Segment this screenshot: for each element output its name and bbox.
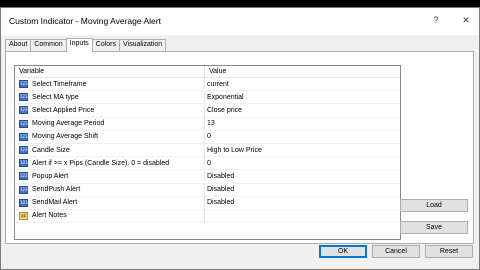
column-header-variable[interactable]: Variable: [15, 66, 205, 77]
table-row[interactable]: 123 SendMail Alert Disabled: [15, 196, 400, 210]
variable-cell: 123 Select Applied Price: [15, 104, 205, 117]
variable-label: Select MA type: [32, 93, 79, 101]
variable-label: Alert if >= x Pips (Candle Size). 0 = di…: [32, 159, 170, 167]
variable-cell: 123 Select MA type: [15, 91, 205, 104]
value-cell[interactable]: 0: [205, 133, 400, 140]
tab-colors[interactable]: Colors: [91, 39, 121, 51]
value-cell[interactable]: current: [205, 81, 400, 88]
value-cell[interactable]: Exponential: [205, 94, 400, 101]
tab-inputs[interactable]: Inputs: [65, 38, 93, 52]
value-cell[interactable]: 13: [205, 120, 400, 127]
tab-common[interactable]: Common: [30, 39, 67, 51]
variable-label: Alert Notes: [32, 212, 67, 220]
cancel-button[interactable]: Cancel: [372, 245, 420, 258]
grid-rows: 123 Select Timeframe current 123 Select MA t…: [15, 78, 400, 224]
tab-about[interactable]: About: [5, 39, 32, 51]
variable-label: Moving Average Period: [32, 120, 105, 128]
column-header-value[interactable]: Value: [205, 66, 400, 77]
variable-label: Select Applied Price: [32, 106, 95, 114]
tab-visualization[interactable]: Visualization: [119, 39, 167, 51]
title-bar: Custom Indicator - Moving Average Alert …: [1, 8, 479, 35]
variable-cell: 123 Alert if >= x Pips (Candle Size). 0 =…: [15, 157, 205, 170]
table-row[interactable]: 123 Alert if >= x Pips (Candle Size). 0 =…: [15, 157, 400, 171]
table-row[interactable]: 123 Moving Average Period 13: [15, 117, 400, 131]
value-cell[interactable]: Close price: [205, 107, 400, 114]
numeric-type-icon: 123: [19, 80, 28, 89]
value-cell[interactable]: Disabled: [205, 173, 400, 180]
variable-cell: ab Alert Notes: [15, 209, 205, 223]
help-button[interactable]: ?: [429, 13, 443, 27]
grid-header: Variable Value: [15, 66, 400, 78]
table-row[interactable]: 123 Popup Alert Disabled: [15, 170, 400, 184]
value-cell[interactable]: Disabled: [205, 186, 400, 193]
variable-cell: 123 Moving Average Shift: [15, 130, 205, 143]
numeric-type-icon: 123: [19, 132, 28, 141]
value-cell[interactable]: 0: [205, 160, 400, 167]
variable-label: Moving Average Shift: [32, 133, 99, 141]
numeric-type-icon: 123: [19, 146, 28, 155]
variable-cell: 123 SendMail Alert: [15, 196, 205, 209]
custom-indicator-dialog: Custom Indicator - Moving Average Alert …: [0, 7, 480, 270]
variable-cell: 123 SendPush Alert: [15, 183, 205, 196]
ok-button[interactable]: OK: [319, 245, 367, 258]
variable-cell: 123 Candle Size: [15, 143, 205, 157]
load-button[interactable]: Load: [400, 199, 468, 212]
numeric-type-icon: 123: [19, 198, 28, 207]
save-button[interactable]: Save: [400, 221, 468, 234]
inputs-panel: Variable Value 123 Select Timeframe curren…: [5, 51, 474, 244]
table-row[interactable]: 123 Moving Average Shift 0: [15, 130, 400, 144]
variable-label: Select Timeframe: [32, 80, 87, 88]
variable-cell: 123 Select Timeframe: [15, 78, 205, 91]
variable-label: SendMail Alert: [32, 199, 78, 207]
variable-label: SendPush Alert: [32, 186, 81, 194]
value-cell[interactable]: Disabled: [205, 199, 400, 206]
numeric-type-icon: 123: [19, 93, 28, 102]
variable-label: Popup Alert: [32, 172, 69, 180]
value-cell[interactable]: High to Low Price: [205, 147, 400, 154]
numeric-type-icon: 123: [19, 185, 28, 194]
window-title: Custom Indicator - Moving Average Alert: [9, 16, 161, 26]
table-row[interactable]: 123 Select MA type Exponential: [15, 91, 400, 105]
table-row[interactable]: 123 Select Applied Price Close price: [15, 104, 400, 118]
numeric-type-icon: 123: [19, 172, 28, 181]
table-row[interactable]: 123 Select Timeframe current: [15, 78, 400, 92]
numeric-type-icon: 123: [19, 119, 28, 128]
inputs-grid: Variable Value 123 Select Timeframe curren…: [14, 65, 401, 240]
variable-cell: 123 Popup Alert: [15, 170, 205, 183]
variable-cell: 123 Moving Average Period: [15, 117, 205, 130]
numeric-type-icon: 123: [19, 106, 28, 115]
tab-strip: About Common Inputs Colors Visualization: [5, 38, 167, 52]
close-button[interactable]: ✕: [459, 13, 473, 27]
table-row[interactable]: 123 Candle Size High to Low Price: [15, 143, 400, 158]
string-type-icon: ab: [19, 211, 28, 220]
table-row[interactable]: 123 SendPush Alert Disabled: [15, 183, 400, 197]
numeric-type-icon: 123: [19, 159, 28, 168]
table-row[interactable]: ab Alert Notes: [15, 209, 400, 224]
variable-label: Candle Size: [32, 146, 70, 154]
reset-button[interactable]: Reset: [425, 245, 473, 258]
